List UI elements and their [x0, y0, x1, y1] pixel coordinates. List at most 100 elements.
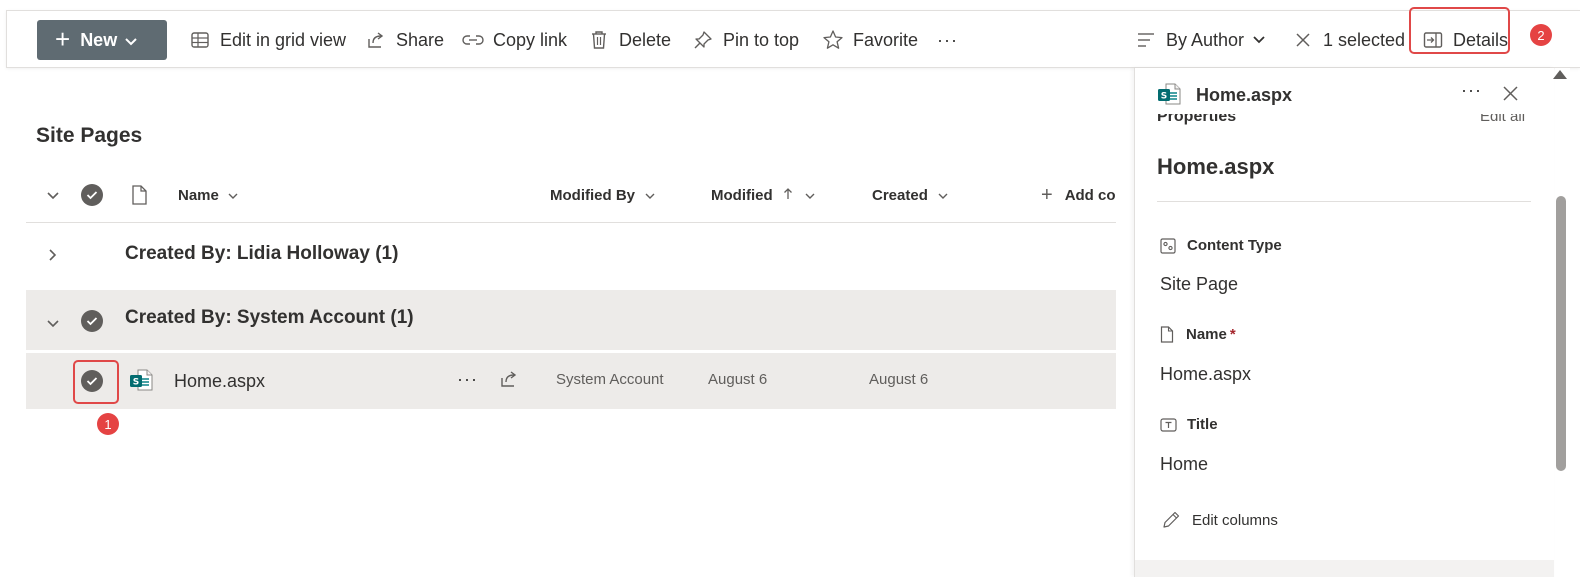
chevron-down-icon: [47, 191, 59, 199]
chevron-down-icon: [645, 187, 655, 204]
header-divider: [26, 222, 1116, 223]
svg-text:S: S: [133, 378, 139, 388]
title-value[interactable]: Home: [1160, 454, 1208, 475]
annotation-badge-1: 1: [97, 413, 119, 435]
plus-icon: +: [1041, 183, 1053, 206]
column-header-created[interactable]: Created: [872, 175, 948, 215]
content-type-label: Content Type: [1187, 237, 1282, 254]
column-header-modified[interactable]: Modified: [711, 175, 815, 215]
name-label: Name: [1186, 326, 1227, 343]
favorite-label: Favorite: [853, 29, 919, 50]
edit-grid-view-label: Edit in grid view: [220, 29, 347, 50]
content-type-field-label: Content Type: [1160, 237, 1282, 254]
pin-to-top-label: Pin to top: [723, 29, 800, 50]
scroll-up-arrow-icon[interactable]: [1553, 70, 1567, 79]
group-label: Created By: Lidia Holloway (1): [125, 243, 399, 264]
title-field-label: Title: [1160, 416, 1218, 433]
name-field-label: Name *: [1160, 326, 1236, 343]
title-label: Title: [1187, 416, 1218, 433]
add-column-label: Add co: [1064, 186, 1116, 204]
chevron-down-icon: [125, 30, 137, 51]
view-lines-icon: [1135, 29, 1157, 51]
add-column-button[interactable]: + Add co: [1041, 175, 1116, 215]
delete-label: Delete: [619, 29, 672, 50]
file-name-link[interactable]: Home.aspx: [174, 371, 265, 392]
pane-close-button[interactable]: [1503, 86, 1518, 106]
edit-columns-button[interactable]: Edit columns: [1161, 510, 1278, 530]
group-header-system-account: Created By: System Account (1): [26, 290, 1116, 350]
edit-all-link[interactable]: Edit all: [1480, 114, 1525, 125]
pin-to-top-button[interactable]: Pin to top: [692, 20, 799, 60]
chevron-down-icon: [938, 187, 948, 204]
pencil-icon: [1163, 511, 1180, 528]
collapse-all-toggle[interactable]: [46, 175, 60, 215]
chevron-down-icon[interactable]: [46, 315, 60, 333]
copy-link-button[interactable]: Copy link: [462, 20, 567, 60]
view-switcher-button[interactable]: By Author: [1135, 20, 1265, 60]
details-highlight-box: [1409, 7, 1510, 54]
select-all-checkbox[interactable]: [81, 175, 103, 215]
properties-label: Properties: [1157, 114, 1237, 125]
selection-count: 1 selected: [1323, 29, 1406, 50]
column-header-created-label: Created: [872, 186, 928, 204]
created-cell: August 6: [869, 371, 929, 388]
clear-selection-button[interactable]: 1 selected: [1292, 20, 1405, 60]
properties-header-clipped: Properties Edit all: [1135, 114, 1554, 130]
pane-file-name: Home.aspx: [1196, 85, 1293, 105]
table-row[interactable]: S Home.aspx ··· System Account August 6 …: [26, 353, 1116, 409]
group-select-checkbox[interactable]: [81, 310, 103, 332]
column-header-modified-by[interactable]: Modified By: [550, 175, 655, 215]
row-more-actions-button[interactable]: ···: [457, 369, 478, 390]
content-type-icon: [1160, 237, 1176, 254]
name-value[interactable]: Home.aspx: [1160, 364, 1251, 385]
chevron-down-icon: [228, 187, 238, 204]
close-icon: [1503, 86, 1518, 101]
trash-icon: [588, 29, 610, 51]
sort-ascending-icon: [783, 187, 793, 204]
more-commands-button[interactable]: ···: [937, 20, 958, 60]
close-icon: [1292, 29, 1314, 51]
content-type-value[interactable]: Site Page: [1160, 274, 1238, 295]
pin-icon: [692, 29, 714, 51]
page-title: Site Pages: [36, 124, 143, 147]
plus-icon: +: [55, 24, 71, 54]
link-icon: [462, 29, 484, 51]
edit-columns-label: Edit columns: [1192, 511, 1278, 529]
column-header-modified-label: Modified: [711, 186, 773, 204]
delete-button[interactable]: Delete: [588, 20, 671, 60]
share-icon: [365, 29, 387, 51]
pane-more-button[interactable]: ···: [1461, 80, 1482, 101]
favorite-button[interactable]: Favorite: [822, 20, 918, 60]
pane-heading: Home.aspx: [1157, 154, 1275, 179]
pane-divider: [1157, 201, 1531, 202]
sharepoint-page-icon: S: [1157, 82, 1181, 111]
checkmark-icon: [86, 317, 98, 326]
column-header-modified-by-label: Modified By: [550, 186, 635, 204]
modified-by-cell[interactable]: System Account: [556, 371, 664, 388]
checkbox-highlight-box: [73, 360, 119, 404]
share-button[interactable]: Share: [365, 20, 444, 60]
command-bar: + New Edit in grid view Share Copy link …: [6, 10, 1580, 68]
share-icon: [501, 371, 517, 387]
group-label: Created By: System Account (1): [125, 307, 414, 328]
chevron-right-icon[interactable]: [48, 248, 57, 267]
document-icon: [132, 185, 147, 205]
new-button-label: New: [80, 29, 118, 50]
annotation-badge-2: 2: [1530, 24, 1552, 46]
row-share-button[interactable]: [499, 369, 519, 394]
sharepoint-page-icon: S: [129, 368, 153, 397]
grid-icon: [189, 29, 211, 51]
file-type-column-header[interactable]: [131, 175, 147, 215]
document-icon: [1160, 326, 1174, 343]
checkmark-icon: [81, 184, 103, 206]
svg-text:S: S: [1161, 92, 1167, 102]
view-switcher-label: By Author: [1166, 29, 1245, 50]
column-header-name[interactable]: Name: [178, 175, 238, 215]
new-button[interactable]: + New: [37, 20, 167, 60]
more-icon: ···: [937, 29, 958, 50]
chevron-down-icon: [1253, 36, 1265, 44]
required-asterisk: *: [1229, 326, 1236, 343]
scrollbar-thumb[interactable]: [1556, 196, 1566, 471]
group-header-lidia-holloway: Created By: Lidia Holloway (1): [26, 226, 1116, 286]
edit-grid-view-button[interactable]: Edit in grid view: [189, 20, 346, 60]
